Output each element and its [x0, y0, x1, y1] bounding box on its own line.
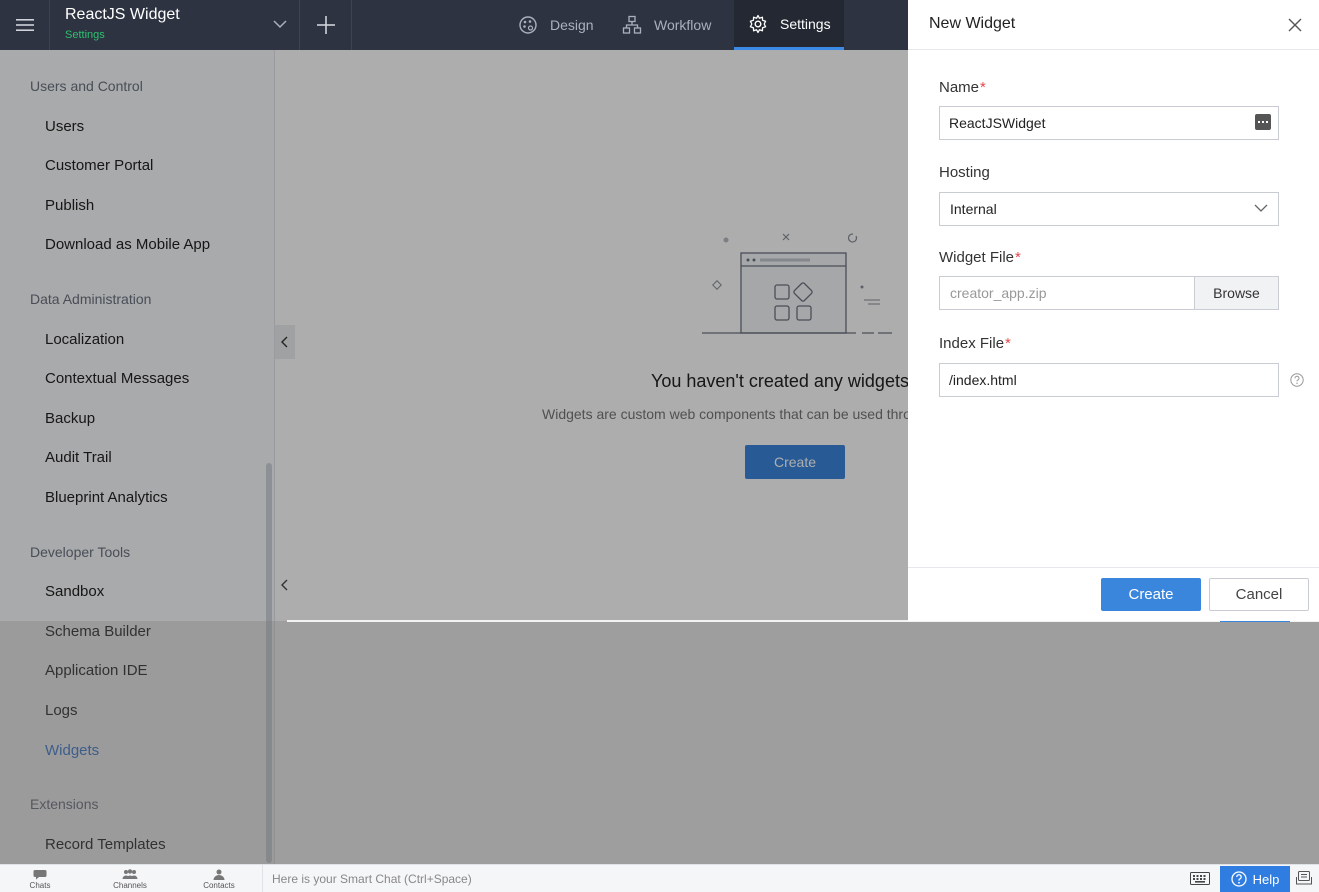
browse-button[interactable]: Browse	[1194, 276, 1279, 310]
index-file-label: Index File*	[939, 335, 1011, 352]
bottom-tab-channels[interactable]: Channels	[90, 865, 170, 892]
notification-tray-icon[interactable]	[1296, 871, 1312, 885]
chat-bubble-icon	[33, 869, 47, 879]
tab-design[interactable]: Design	[508, 0, 608, 50]
hosting-select[interactable]: Internal	[939, 192, 1279, 226]
app-switcher[interactable]: ReactJS Widget Settings	[50, 0, 300, 50]
app-title: ReactJS Widget	[65, 6, 180, 23]
gear-icon	[748, 14, 768, 34]
bottom-tab-channels-label: Channels	[113, 880, 147, 890]
bottom-tab-chats[interactable]: Chats	[0, 865, 80, 892]
help-circle-icon	[1230, 871, 1247, 887]
index-file-label-text: Index File	[939, 335, 1005, 352]
person-icon	[213, 869, 225, 880]
hosting-label: Hosting	[939, 164, 990, 181]
index-file-input[interactable]: /index.html	[939, 363, 1279, 397]
panel-collapse-handle[interactable]	[275, 568, 295, 602]
tab-workflow-label: Workflow	[654, 17, 712, 33]
widget-file-label: Widget File*	[939, 249, 1021, 266]
tab-settings[interactable]: Settings	[734, 0, 844, 50]
hamburger-icon	[15, 19, 34, 31]
drawer-title: New Widget	[929, 15, 1016, 32]
close-icon	[1288, 18, 1302, 32]
help-button-label: Help	[1252, 871, 1280, 887]
chevron-down-icon	[273, 20, 287, 29]
bottom-tab-contacts[interactable]: Contacts	[179, 865, 259, 892]
smart-chat-input[interactable]: Here is your Smart Chat (Ctrl+Space)	[262, 865, 1182, 892]
bottom-tab-contacts-label: Contacts	[203, 880, 235, 890]
required-mark: *	[980, 79, 986, 96]
close-button[interactable]	[1285, 15, 1305, 35]
name-input[interactable]: ReactJSWidget	[939, 106, 1279, 140]
create-button[interactable]: Create	[1101, 578, 1201, 611]
palette-icon	[518, 15, 538, 35]
widget-file-input[interactable]: creator_app.zip	[939, 276, 1195, 310]
add-button[interactable]	[300, 0, 352, 50]
help-circle-icon[interactable]	[1290, 373, 1304, 387]
group-icon	[122, 868, 138, 879]
required-mark: *	[1005, 335, 1011, 352]
required-mark: *	[1015, 249, 1021, 266]
help-button[interactable]: Help	[1220, 866, 1290, 892]
tab-design-label: Design	[550, 17, 594, 33]
tab-settings-label: Settings	[780, 15, 831, 32]
menu-button[interactable]	[0, 0, 50, 50]
more-options-icon[interactable]	[1255, 114, 1271, 130]
name-label: Name*	[939, 79, 986, 96]
workflow-icon	[622, 15, 642, 35]
bottom-bar: Chats Channels Contacts Here is your Sma…	[0, 864, 1319, 892]
name-label-text: Name	[939, 79, 980, 96]
modal-overlay-lower	[0, 621, 1319, 864]
keyboard-icon[interactable]	[1190, 872, 1210, 885]
app-subtitle: Settings	[65, 29, 105, 41]
chevron-left-icon	[281, 579, 288, 591]
drawer-header: New Widget	[908, 0, 1319, 50]
new-widget-drawer: New Widget Name* ReactJSWidget Hosting I…	[908, 0, 1319, 621]
bottom-tab-chats-label: Chats	[29, 880, 51, 890]
widget-file-label-text: Widget File	[939, 249, 1015, 266]
plus-icon	[316, 16, 335, 34]
tab-workflow[interactable]: Workflow	[612, 0, 732, 50]
cancel-button[interactable]: Cancel	[1209, 578, 1309, 611]
chevron-down-icon	[1254, 204, 1268, 212]
